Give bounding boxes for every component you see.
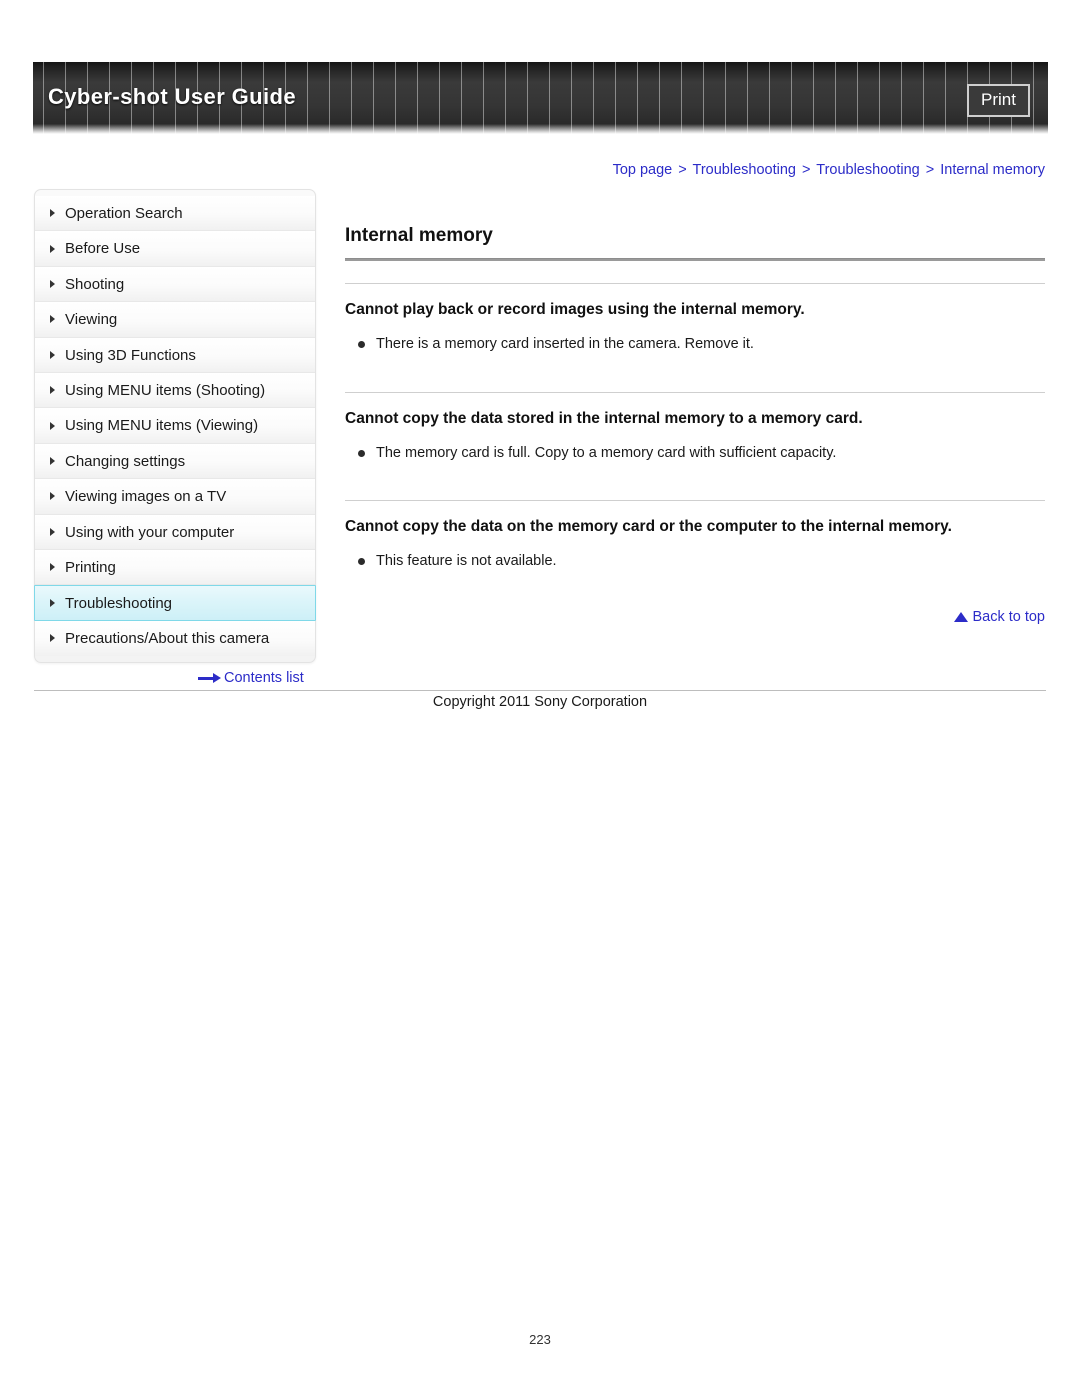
section-cannot-play-back: Cannot play back or record images using … [345, 284, 1045, 356]
breadcrumb-item-top-page[interactable]: Top page [613, 162, 673, 178]
sidebar-item-label: Viewing images on a TV [65, 488, 227, 506]
page-number: 223 [529, 1332, 551, 1347]
section-cannot-copy-to-memory-card: Cannot copy the data stored in the inter… [345, 393, 1045, 465]
section-cannot-copy-to-internal-memory: Cannot copy the data on the memory card … [345, 501, 1045, 573]
bullet-text: The memory card is full. Copy to a memor… [376, 444, 837, 461]
sidebar-item-label: Precautions/About this camera [65, 629, 270, 647]
sidebar-item-viewing-images-on-a-tv[interactable]: Viewing images on a TV [35, 479, 315, 515]
contents-list-label: Contents list [224, 670, 304, 686]
header-banner: Cyber-shot User Guide Print [33, 62, 1048, 134]
breadcrumb-separator: > [678, 162, 687, 178]
triangle-right-icon [50, 209, 55, 218]
sidebar-item-using-with-your-computer[interactable]: Using with your computer [35, 514, 315, 550]
main-content: Internal memory Cannot play back or reco… [345, 224, 1045, 625]
print-button[interactable]: Print [967, 84, 1030, 118]
triangle-right-icon [50, 244, 55, 253]
sidebar-item-precautions-about-this-camera[interactable]: Precautions/About this camera [35, 620, 315, 657]
back-to-top-link[interactable]: Back to top [345, 587, 1045, 625]
section-heading: Cannot play back or record images using … [345, 300, 805, 318]
sidebar-item-troubleshooting[interactable]: Troubleshooting [34, 585, 316, 621]
triangle-right-icon [50, 386, 55, 395]
sidebar-item-using-menu-items-viewing[interactable]: Using MENU items (Viewing) [35, 408, 315, 444]
bullet-dot-icon [358, 558, 365, 566]
breadcrumb-item-troubleshooting-sub[interactable]: Troubleshooting [816, 162, 919, 178]
sidebar-item-label: Viewing [65, 311, 118, 329]
copyright-text: Copyright 2011 Sony Corporation [432, 694, 648, 710]
sidebar-item-label: Operation Search [65, 205, 183, 222]
triangle-right-icon [50, 598, 55, 607]
triangle-right-icon [50, 492, 55, 501]
bullet-item: This feature is not available. [345, 551, 1045, 573]
sidebar-item-operation-search[interactable]: Operation Search [35, 196, 315, 232]
sidebar-item-using-3d-functions[interactable]: Using 3D Functions [35, 337, 315, 373]
page-header-title: Cyber-shot User Guide [48, 84, 297, 109]
section-heading: Cannot copy the data stored in the inter… [345, 409, 863, 427]
triangle-right-icon [50, 421, 55, 430]
page-title: Internal memory [345, 225, 493, 246]
triangle-right-icon [50, 527, 55, 536]
triangle-right-icon [50, 456, 55, 465]
sidebar-item-shooting[interactable]: Shooting [35, 266, 315, 303]
triangle-right-icon [50, 634, 55, 643]
sidebar-item-label: Using MENU items (Shooting) [65, 381, 266, 399]
bullet-text: There is a memory card inserted in the c… [376, 335, 754, 352]
triangle-right-icon [50, 563, 55, 572]
sidebar-item-label: Printing [65, 558, 116, 576]
triangle-right-icon [50, 350, 55, 359]
breadcrumb-item-troubleshooting[interactable]: Troubleshooting [693, 162, 796, 178]
breadcrumb-item-internal-memory[interactable]: Internal memory [940, 162, 1045, 178]
sidebar-item-label: Shooting [65, 275, 125, 293]
sidebar-item-label: Changing settings [65, 452, 186, 470]
bullet-text: This feature is not available. [376, 553, 557, 570]
bullet-item: There is a memory card inserted in the c… [345, 334, 1045, 356]
breadcrumb: Top page > Troubleshooting > Troubleshoo… [345, 162, 1045, 178]
triangle-right-icon [50, 279, 55, 288]
sidebar-item-label: Using MENU items (Viewing) [65, 417, 259, 435]
footer-divider [34, 690, 1046, 691]
sidebar-item-changing-settings[interactable]: Changing settings [35, 443, 315, 480]
breadcrumb-separator: > [802, 162, 811, 178]
arrow-right-icon [198, 673, 222, 684]
sidebar-item-before-use[interactable]: Before Use [35, 231, 315, 267]
sidebar-navigation: Operation Search Before Use Shooting Vie… [34, 189, 316, 664]
sidebar-item-label: Using 3D Functions [65, 346, 196, 364]
section-heading: Cannot copy the data on the memory card … [345, 518, 952, 536]
breadcrumb-separator: > [925, 162, 935, 178]
contents-list-link[interactable]: Contents list [198, 670, 304, 686]
bullet-item: The memory card is full. Copy to a memor… [345, 443, 1045, 465]
sidebar-item-viewing[interactable]: Viewing [35, 302, 315, 338]
sidebar-item-label: Troubleshooting [65, 595, 173, 613]
bullet-dot-icon [358, 340, 365, 348]
sidebar-item-printing[interactable]: Printing [35, 549, 315, 586]
sidebar-item-using-menu-items-shooting[interactable]: Using MENU items (Shooting) [35, 372, 315, 409]
triangle-right-icon [50, 315, 55, 324]
sidebar-item-label: Using with your computer [65, 523, 235, 541]
triangle-up-icon [954, 612, 969, 622]
bullet-dot-icon [358, 449, 365, 457]
sidebar-item-label: Before Use [65, 240, 141, 258]
back-to-top-label: Back to top [972, 609, 1045, 625]
